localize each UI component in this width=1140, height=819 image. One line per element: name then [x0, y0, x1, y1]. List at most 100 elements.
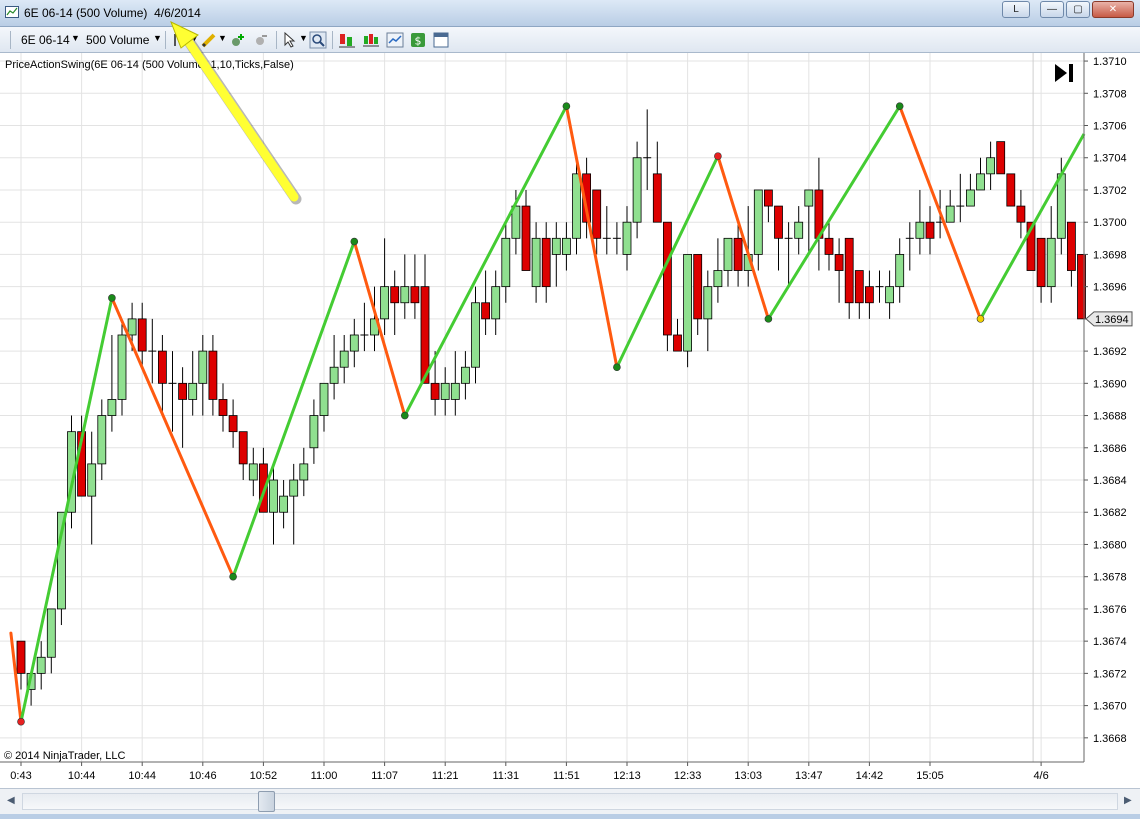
- candle-down: [996, 141, 1006, 175]
- chart-style-icon[interactable]: [362, 31, 380, 49]
- swing-line-down: [352, 240, 407, 418]
- price-tick-label: 1.3682: [1093, 507, 1127, 519]
- instrument-selector[interactable]: 6E 06-14: [21, 33, 70, 47]
- candle-down: [663, 221, 672, 336]
- zoom-icon[interactable]: [309, 31, 327, 49]
- candle-down: [137, 318, 147, 352]
- price-tick-label: 1.3692: [1093, 346, 1127, 358]
- time-tick-label: 14:42: [856, 770, 884, 782]
- candle-up: [36, 656, 46, 674]
- price-tick-label: 1.3686: [1093, 443, 1127, 455]
- candle-up: [794, 221, 804, 239]
- price-tick-label: 1.3696: [1093, 282, 1127, 294]
- scroll-thumb[interactable]: [258, 791, 275, 812]
- swing-point: [562, 102, 571, 110]
- candle-up: [966, 189, 975, 207]
- bar-type-icon[interactable]: [171, 31, 189, 49]
- candle-up: [632, 157, 642, 223]
- candle-down: [854, 270, 864, 304]
- swing-point: [764, 315, 773, 323]
- swing-point: [229, 572, 237, 581]
- price-chart[interactable]: 1.3668 1.3670 1.3672 1.3674 1.3676 1.3678 1.36…: [0, 53, 1140, 788]
- interval-selector[interactable]: 500 Volume: [86, 33, 149, 47]
- toolbar-grip: [10, 31, 11, 49]
- candle-up: [723, 237, 733, 271]
- candle-up: [885, 286, 894, 304]
- candle-up: [440, 382, 450, 400]
- price-tick-label: 1.3690: [1093, 378, 1127, 390]
- drawing-tools-dropdown-icon[interactable]: ▼: [218, 33, 227, 43]
- price-tick-label: 1.3700: [1093, 217, 1127, 229]
- swing-line-up: [19, 296, 114, 724]
- candle-down: [764, 189, 773, 207]
- time-tick-label: 10:46: [189, 770, 217, 782]
- candle-down: [652, 173, 662, 223]
- close-button[interactable]: ✕: [1092, 1, 1134, 18]
- candle-down: [1006, 173, 1016, 207]
- candle-down: [592, 189, 602, 239]
- candle-down: [16, 640, 26, 674]
- candle-up: [491, 286, 501, 320]
- add-indicator-icon[interactable]: [229, 31, 247, 49]
- candle-up: [329, 366, 339, 384]
- bar-type-dropdown-icon[interactable]: ▼: [190, 33, 199, 43]
- time-tick-label: 11:31: [492, 770, 519, 782]
- time-tick-label: 10:44: [68, 770, 96, 782]
- candle-down: [178, 382, 188, 400]
- candle-down: [541, 237, 551, 288]
- candle-up: [460, 366, 470, 384]
- candle-up: [713, 270, 723, 288]
- chart-canvas[interactable]: 1.3668 1.3670 1.3672 1.3674 1.3676 1.3678 1.36…: [0, 53, 1140, 788]
- candle-up: [753, 189, 763, 255]
- instrument-dropdown-icon[interactable]: ▼: [71, 33, 80, 43]
- scroll-track[interactable]: [22, 793, 1118, 810]
- time-tick-label: 0:43: [10, 770, 31, 782]
- skip-to-end-icon[interactable]: [1053, 62, 1077, 84]
- maximize-button[interactable]: ▢: [1066, 1, 1090, 18]
- swing-point: [17, 717, 25, 726]
- candle-down: [1016, 205, 1026, 223]
- time-tick-label: 4/6: [1033, 770, 1048, 782]
- indicator-label[interactable]: PriceActionSwing(6E 06-14 (500 Volume),1…: [5, 59, 294, 71]
- horizontal-scrollbar[interactable]: ◀ ▶: [0, 788, 1140, 814]
- price-tick-label: 1.3678: [1093, 572, 1127, 584]
- time-tick-label: 11:00: [311, 770, 338, 782]
- candle-down: [865, 286, 874, 304]
- scroll-right-icon[interactable]: ▶: [1124, 795, 1132, 806]
- candle-down: [834, 254, 844, 271]
- swing-point: [400, 411, 409, 420]
- link-button[interactable]: L: [1002, 1, 1030, 18]
- swing-point: [613, 363, 621, 372]
- scroll-left-icon[interactable]: ◀: [7, 795, 15, 806]
- candle-down: [481, 302, 491, 320]
- minimize-button[interactable]: —: [1040, 1, 1064, 18]
- toolbar-separator: [276, 31, 277, 49]
- candle-up: [471, 302, 480, 368]
- candle-down: [390, 286, 400, 304]
- price-tick-label: 1.3708: [1093, 88, 1127, 100]
- properties-icon[interactable]: [432, 31, 450, 49]
- price-tick-label: 1.3710: [1093, 56, 1127, 68]
- candle-down: [157, 350, 167, 384]
- candle-up: [622, 221, 632, 255]
- candle-up: [1056, 173, 1066, 239]
- candle-up: [198, 350, 208, 384]
- candle-up: [572, 173, 581, 239]
- candle-up: [188, 382, 198, 400]
- candle-up: [107, 399, 117, 416]
- remove-indicator-icon[interactable]: [252, 31, 270, 49]
- pencil-icon[interactable]: [200, 31, 218, 49]
- price-tick-label: 1.3676: [1093, 604, 1127, 616]
- toolbar-separator: [332, 31, 333, 49]
- interval-dropdown-icon[interactable]: ▼: [153, 33, 162, 43]
- swing-line-down: [110, 296, 235, 579]
- candle-up: [319, 382, 329, 416]
- time-tick-label: 12:33: [674, 770, 702, 782]
- candle-up: [501, 237, 511, 288]
- data-series-icon[interactable]: [386, 31, 404, 49]
- cursor-icon[interactable]: [282, 31, 300, 49]
- time-tick-label: 11:51: [553, 770, 580, 782]
- strategies-icon[interactable]: [338, 31, 356, 49]
- dollar-icon[interactable]: $: [409, 31, 427, 49]
- cursor-dropdown-icon[interactable]: ▼: [299, 33, 308, 43]
